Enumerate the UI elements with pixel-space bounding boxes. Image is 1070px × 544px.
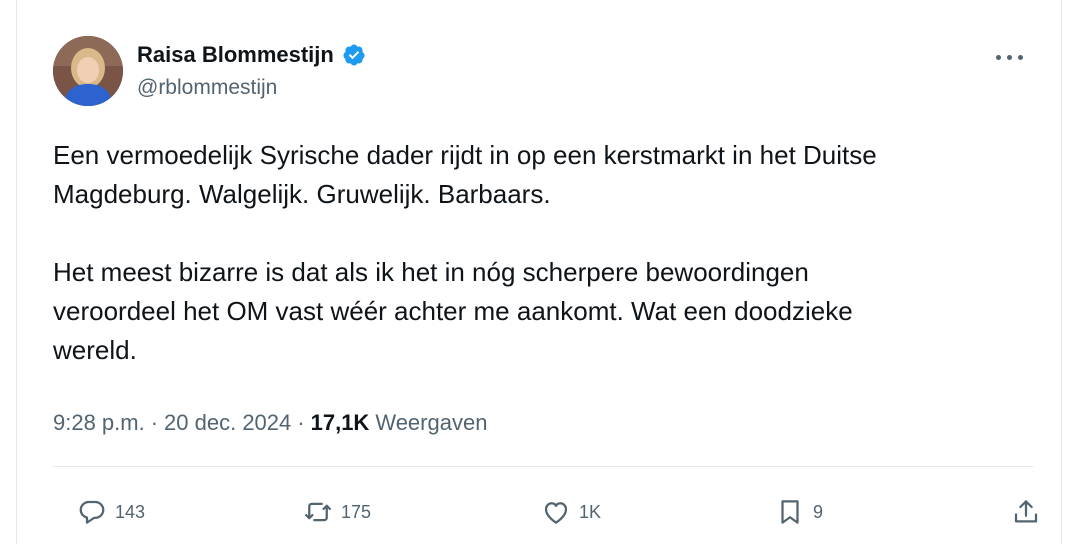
reply-button[interactable]: 143 (77, 492, 145, 532)
author-name-row: Raisa Blommestijn (137, 40, 366, 70)
share-button[interactable] (1011, 492, 1041, 532)
more-dot (995, 54, 1001, 60)
profile-photo-icon (53, 36, 123, 106)
tweet-date[interactable]: 20 dec. 2024 (164, 410, 291, 436)
tweet-meta: 9:28 p.m. · 20 dec. 2024 · 17,1K Weergav… (53, 410, 487, 436)
bookmark-icon (781, 500, 799, 524)
display-name[interactable]: Raisa Blommestijn (137, 42, 334, 68)
meta-separator: · (297, 410, 305, 435)
avatar[interactable] (53, 36, 123, 106)
action-bar: 143 175 1K 9 (53, 492, 1038, 532)
bookmark-button[interactable]: 9 (775, 492, 823, 532)
tweet-paragraph: Een vermoedelijk Syrische dader rijdt in… (53, 140, 877, 209)
tweet-time[interactable]: 9:28 p.m. (53, 410, 145, 436)
meta-separator: · (150, 410, 159, 435)
share-icon (1014, 500, 1038, 523)
repost-button[interactable]: 175 (303, 492, 371, 532)
tweet-text: Een vermoedelijk Syrische dader rijdt in… (53, 136, 1023, 370)
repost-count: 175 (341, 501, 372, 522)
more-dot (1006, 54, 1012, 60)
more-options-button[interactable] (989, 42, 1029, 72)
reply-count: 143 (115, 501, 146, 522)
verified-badge-icon (343, 44, 365, 66)
like-button[interactable]: 1K (541, 492, 601, 532)
heart-icon (544, 502, 568, 524)
author-handle[interactable]: @rblommestijn (137, 76, 277, 100)
views-count[interactable]: 17,1K (311, 410, 370, 436)
bookmark-count: 9 (813, 501, 824, 522)
views-label: Weergaven (375, 410, 488, 435)
tweet-card: Raisa Blommestijn @rblommestijn Een verm… (16, 0, 1062, 544)
repost-icon (305, 502, 331, 522)
like-count: 1K (579, 501, 602, 522)
tweet-paragraph: Het meest bizarre is dat als ik het in n… (53, 257, 853, 365)
reply-icon (79, 500, 105, 524)
divider (53, 466, 1033, 467)
more-dot (1017, 54, 1023, 60)
